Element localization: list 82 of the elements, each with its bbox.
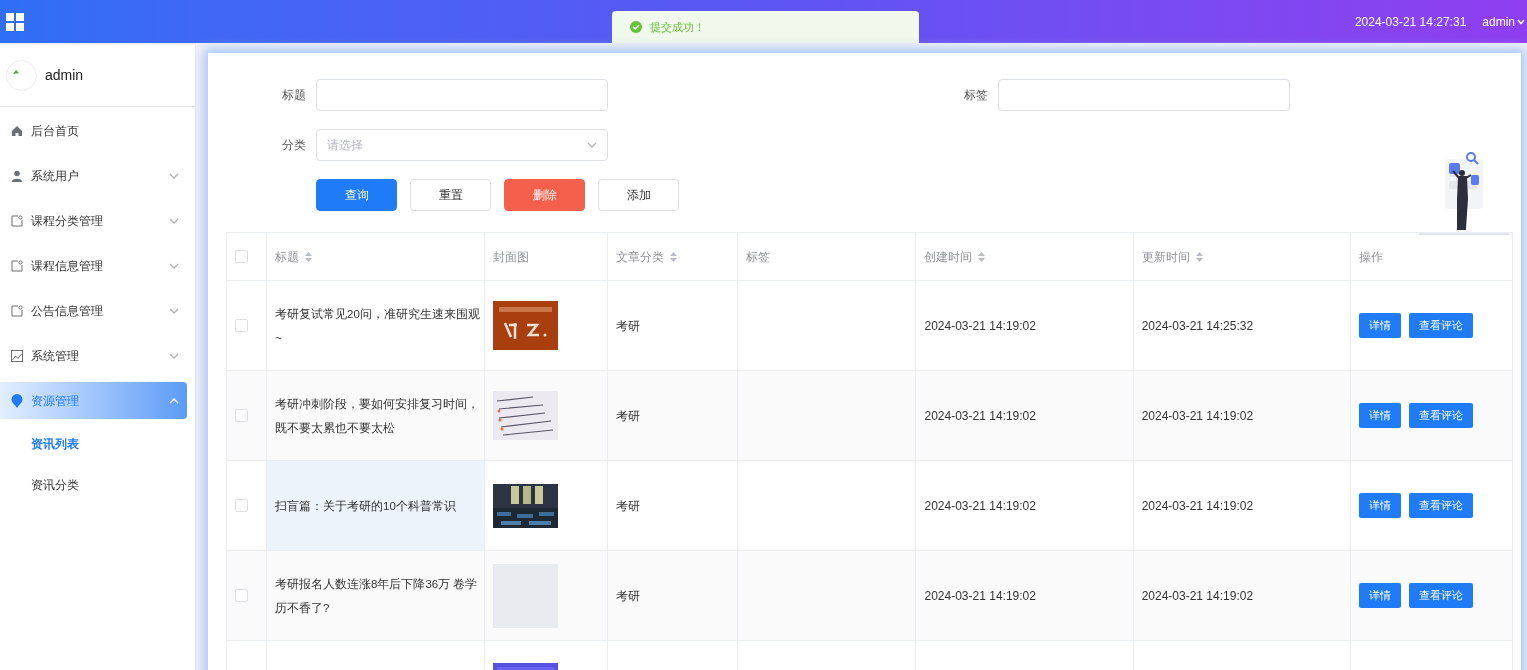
chevron-down-icon <box>169 307 179 314</box>
sort-icon[interactable] <box>978 251 986 262</box>
field-label: 分类 <box>281 137 306 154</box>
row-action-button[interactable]: 查看评论 <box>1408 583 1473 608</box>
article-title: 考研复试常见20问，准研究生速来围观~ <box>275 306 481 346</box>
row-action-button[interactable]: 详情 <box>1358 493 1401 518</box>
text-field[interactable] <box>998 79 1290 111</box>
checkbox[interactable] <box>235 319 248 332</box>
table-cell: 考研 <box>616 318 641 333</box>
table-cell: 2024-03-21 14:19:02 <box>924 318 1036 333</box>
checkbox[interactable] <box>235 250 248 263</box>
home-icon <box>11 124 23 137</box>
location-pin-icon <box>11 393 23 408</box>
row-action-button[interactable]: 查看评论 <box>1408 403 1473 428</box>
column-header: 封面图 <box>493 248 530 266</box>
datetime: 2024-03-21 14:27:31 <box>1354 13 1467 31</box>
chevron-up-icon <box>169 397 179 404</box>
column-header: 标签 <box>746 248 771 266</box>
action-button[interactable]: 查询 <box>316 179 397 211</box>
article-title: 扫盲篇：关于考研的10个科普常识 <box>275 498 457 514</box>
image-icon <box>11 349 23 362</box>
sort-icon[interactable] <box>305 251 312 262</box>
sidebar-item[interactable]: 课程信息管理 <box>0 247 187 284</box>
table-cell: 2024-03-21 14:19:02 <box>924 498 1036 513</box>
table-cell: 2024-03-21 14:19:02 <box>1141 408 1254 423</box>
sidebar-username: admin <box>45 66 84 85</box>
chevron-down-icon <box>169 262 179 269</box>
success-icon <box>630 21 642 33</box>
field-label: 标签 <box>963 87 988 104</box>
user-menu[interactable]: admin <box>1482 12 1525 31</box>
sort-icon[interactable] <box>1195 251 1203 262</box>
table-cell: 2024-03-21 14:19:02 <box>1141 498 1254 513</box>
field-label: 标题 <box>281 87 306 104</box>
document-icon <box>11 214 23 227</box>
column-header: 操作 <box>1358 248 1383 266</box>
checkbox[interactable] <box>235 409 248 422</box>
caret-icon <box>1517 18 1525 25</box>
row-action-button[interactable]: 详情 <box>1358 313 1401 338</box>
table-cell: 考研 <box>616 588 641 603</box>
sidebar-item[interactable]: 系统管理 <box>0 337 187 374</box>
column-header[interactable]: 文章分类 <box>616 247 665 266</box>
sidebar-subitem[interactable]: 资讯列表 <box>0 423 195 464</box>
sidebar-item[interactable]: 资源管理 <box>0 382 187 419</box>
column-header[interactable]: 标题 <box>275 247 299 266</box>
grid-menu-icon[interactable] <box>6 12 24 31</box>
avatar-icon <box>6 60 37 91</box>
select-placeholder: 请选择 <box>327 137 363 154</box>
document-icon <box>11 259 23 272</box>
text-field[interactable] <box>316 79 608 111</box>
column-header[interactable]: 更新时间 <box>1141 247 1190 266</box>
document-icon <box>11 304 23 317</box>
row-action-button[interactable]: 详情 <box>1358 583 1401 608</box>
toast-message: 提交成功！ <box>650 19 705 35</box>
sidebar-item[interactable]: 课程分类管理 <box>0 202 187 239</box>
sidebar-item[interactable]: 系统用户 <box>0 157 187 194</box>
chevron-down-icon <box>169 172 179 179</box>
table-cell: 2024-03-21 14:25:32 <box>1141 318 1254 333</box>
row-action-button[interactable]: 查看评论 <box>1408 493 1473 518</box>
table-cell: 考研 <box>616 408 641 423</box>
table-cell: 考研 <box>616 498 641 513</box>
sort-icon[interactable] <box>670 251 678 262</box>
sidebar-subitem[interactable]: 资讯分类 <box>0 464 195 505</box>
chevron-down-icon <box>587 142 597 148</box>
user-icon <box>11 169 23 182</box>
checkbox[interactable] <box>235 499 248 512</box>
sidebar-item[interactable]: 公告信息管理 <box>0 292 187 329</box>
table-cell: 2024-03-21 14:19:02 <box>1141 588 1254 603</box>
row-action-button[interactable]: 查看评论 <box>1408 313 1473 338</box>
action-button[interactable]: 删除 <box>504 179 585 211</box>
select-field[interactable]: 请选择 <box>316 129 608 161</box>
article-title: 考研冲刺阶段，要如何安排复习时间，既不要太累也不要太松 <box>275 396 480 436</box>
action-button[interactable]: 添加 <box>598 179 679 211</box>
row-action-button[interactable]: 详情 <box>1358 403 1401 428</box>
article-title: 考研报名人数连涨8年后下降36万 卷学历不香了? <box>275 576 479 616</box>
chevron-down-icon <box>169 217 179 224</box>
chevron-down-icon <box>169 352 179 359</box>
sidebar-item[interactable]: 后台首页 <box>0 112 187 149</box>
table-cell: 2024-03-21 14:19:02 <box>924 588 1036 603</box>
action-button[interactable]: 重置 <box>410 179 491 211</box>
column-header[interactable]: 创建时间 <box>924 247 973 266</box>
checkbox[interactable] <box>235 589 248 602</box>
table-cell: 2024-03-21 14:19:02 <box>924 408 1036 423</box>
